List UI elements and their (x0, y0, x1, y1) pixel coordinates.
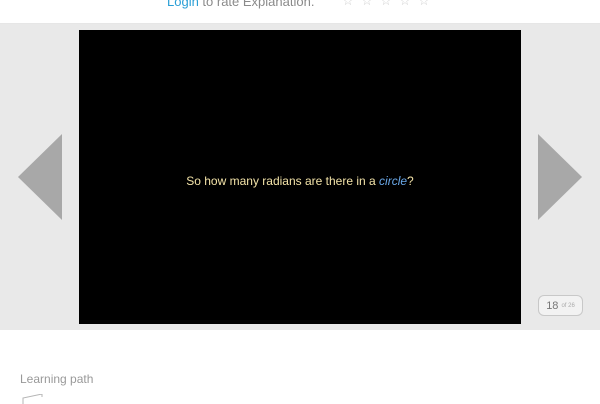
star-icon[interactable]: ☆ (379, 0, 393, 7)
slide-counter-current: 18 (546, 299, 559, 312)
login-link[interactable]: Login (167, 0, 199, 9)
slide-caption: So how many radians are there in a circl… (79, 174, 521, 188)
star-icon[interactable]: ☆ (417, 0, 431, 7)
rate-prompt-text: to rate Explanation. (198, 0, 315, 9)
star-icon[interactable]: ☆ (398, 0, 412, 7)
slideshow-stage: So how many radians are there in a circl… (0, 24, 600, 330)
slide-text-after: ? (407, 174, 414, 188)
slide-term: circle (379, 174, 408, 188)
star-icon[interactable]: ☆ (360, 0, 374, 7)
slide-counter-total: of 26 (561, 302, 575, 309)
rating-stars: ☆ ☆ ☆ ☆ ☆ (341, 0, 431, 7)
star-icon[interactable]: ☆ (341, 0, 355, 7)
rating-prompt: Login to rate Explanation. (167, 0, 314, 9)
slide-text-before: So how many radians are there in a (186, 174, 380, 188)
next-arrow-icon[interactable] (538, 134, 582, 220)
learning-path-label: Learning path (20, 372, 94, 386)
top-bar: Login to rate Explanation. ☆ ☆ ☆ ☆ ☆ (0, 0, 600, 24)
slide-viewer[interactable]: So how many radians are there in a circl… (79, 30, 521, 324)
slide-counter: 18 of 26 (538, 295, 583, 316)
path-icon (22, 394, 43, 404)
previous-arrow-icon[interactable] (18, 134, 62, 220)
